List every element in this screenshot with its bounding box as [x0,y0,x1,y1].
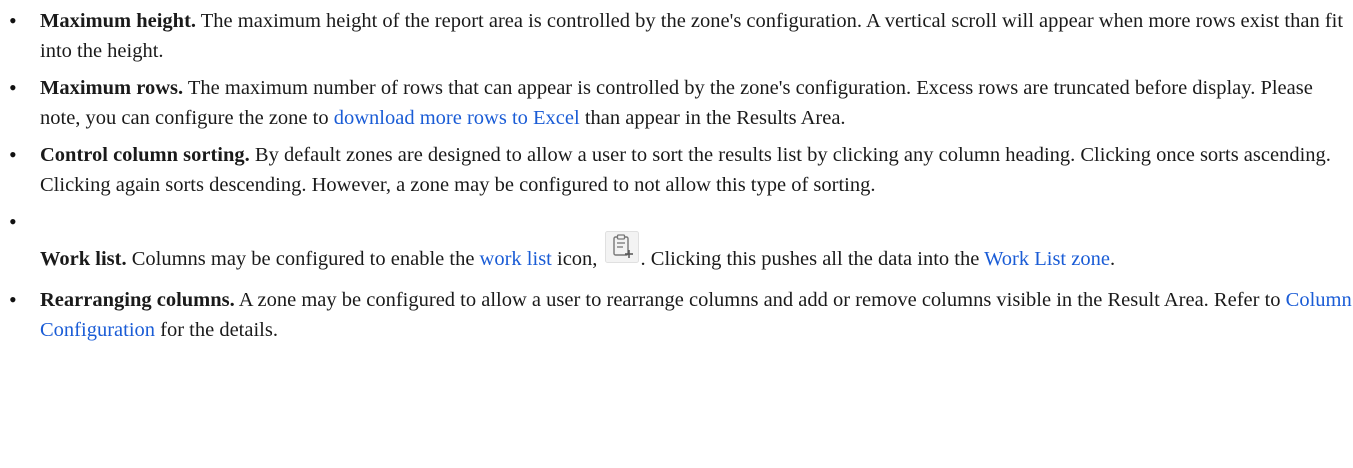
bullet-list: Maximum height. The maximum height of th… [0,0,1353,345]
description-work-list-part4: . [1109,248,1116,270]
description-work-list-part1: Columns may be configured to enable the [126,248,480,270]
list-item-column-sorting: Control column sorting. By default zones… [0,140,1353,200]
description-rearranging-columns-part2: for the details. [155,319,278,341]
list-item-maximum-rows: Maximum rows. The maximum number of rows… [0,73,1353,133]
description-rearranging-columns-part1: A zone may be configured to allow a user… [234,289,1286,311]
list-item-work-list: Work list. Columns may be configured to … [0,207,1353,278]
work-list-link[interactable]: work list [480,248,552,270]
term-work-list: Work list. [40,248,127,270]
list-item-rearranging-columns: Rearranging columns. A zone may be confi… [0,285,1353,345]
bullet-spacer [40,207,1353,237]
clipboard-add-icon [604,231,639,272]
description-work-list-part2: icon, [551,248,603,270]
term-rearranging-columns: Rearranging columns. [40,289,235,311]
term-maximum-height: Maximum height. [40,10,197,32]
term-maximum-rows: Maximum rows. [40,77,184,99]
list-item-maximum-height: Maximum height. The maximum height of th… [0,6,1353,66]
description-maximum-rows-part2: than appear in the Results Area. [579,107,846,129]
description-work-list-part3: . Clicking this pushes all the data into… [640,248,985,270]
term-column-sorting: Control column sorting. [40,144,250,166]
download-rows-excel-link[interactable]: download more rows to Excel [334,107,580,129]
description-maximum-height: The maximum height of the report area is… [40,10,1344,62]
work-list-zone-link[interactable]: Work List zone [984,248,1110,270]
